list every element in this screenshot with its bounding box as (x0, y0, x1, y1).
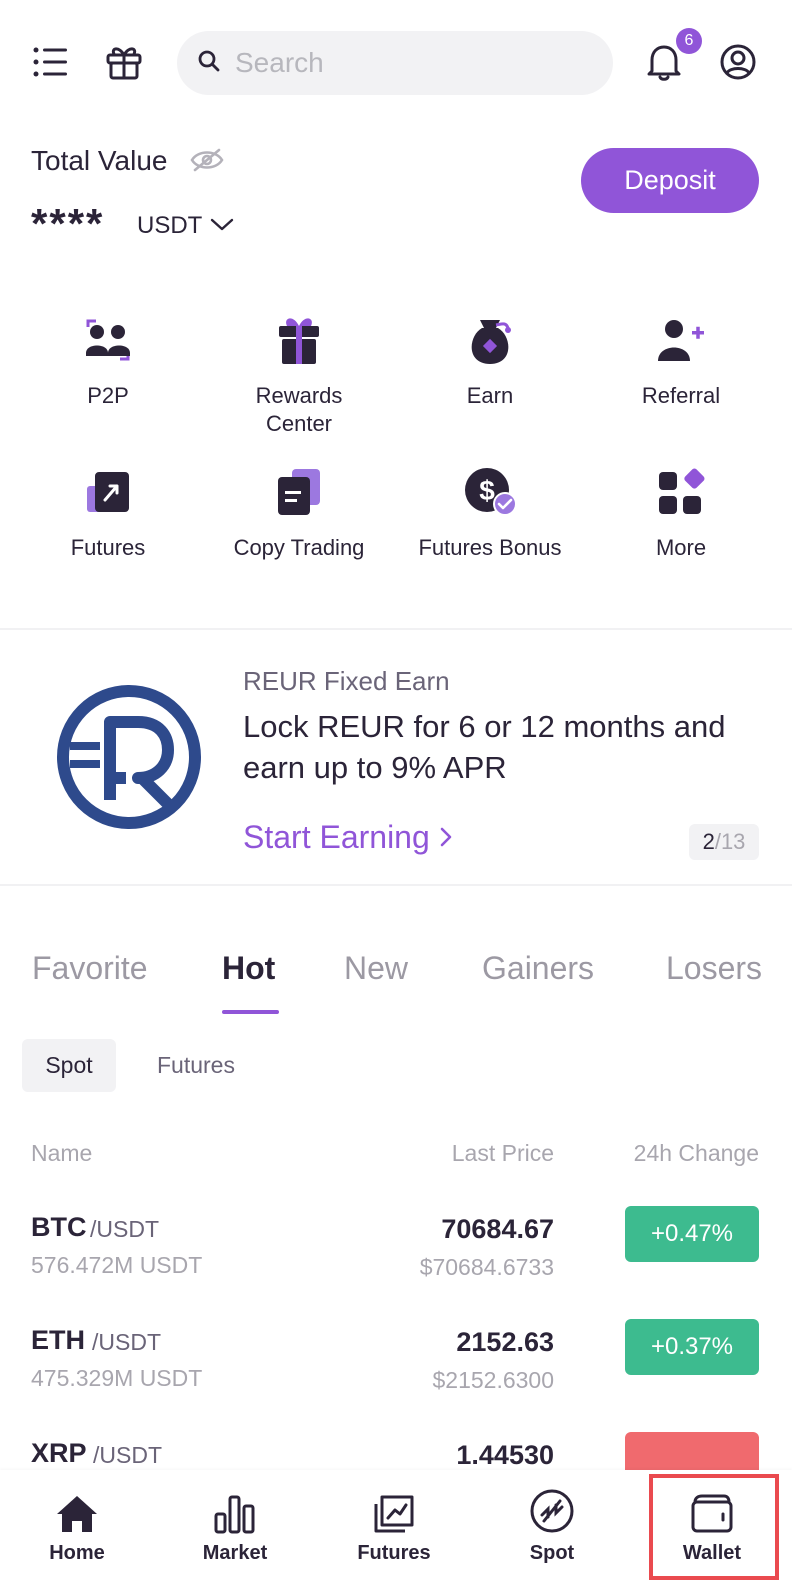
user-avatar-icon[interactable] (719, 43, 757, 81)
spot-icon (492, 1488, 612, 1534)
shortcut-earn[interactable]: Earn (395, 310, 585, 410)
nav-market[interactable]: Market (175, 1488, 295, 1565)
tab-hot[interactable]: Hot (222, 950, 275, 987)
tab-favorite[interactable]: Favorite (32, 950, 148, 987)
gift-icon[interactable] (104, 42, 144, 82)
column-header-last-price[interactable]: Last Price (452, 1140, 554, 1167)
nav-label: Futures (357, 1542, 431, 1564)
copy-trading-icon (204, 462, 394, 522)
nav-home[interactable]: Home (17, 1488, 137, 1565)
search-input[interactable] (235, 47, 595, 79)
change-badge: +0.47% (625, 1206, 759, 1262)
pair-base: BTC (31, 1212, 87, 1242)
nav-label: Home (49, 1542, 105, 1564)
pager-total: /13 (714, 829, 746, 854)
last-price: 1.44530 (456, 1440, 554, 1470)
shortcut-referral[interactable]: Referral (586, 310, 776, 410)
chevron-right-icon (439, 819, 453, 855)
dollar-coin-icon: $ (395, 462, 585, 522)
shortcut-copy-trading[interactable]: Copy Trading (204, 462, 394, 562)
grid-icon (586, 462, 776, 522)
shortcut-label: Rewards Center (255, 383, 343, 436)
table-row[interactable]: ETH /USDT 475.329M USDT 2152.63 $2152.63… (0, 1319, 792, 1435)
total-value-masked: **** (31, 200, 105, 247)
pair-quote: /USDT (92, 1329, 161, 1355)
shortcut-futures-bonus[interactable]: $ Futures Bonus (395, 462, 585, 562)
active-tab-indicator (222, 1010, 279, 1014)
section-divider (0, 884, 792, 886)
shortcut-label: Futures (70, 535, 146, 560)
shortcut-p2p[interactable]: P2P (13, 310, 203, 410)
usd-price: $70684.6733 (419, 1254, 554, 1280)
nav-label: Market (202, 1542, 268, 1564)
shortcut-more[interactable]: More (586, 462, 776, 562)
banner-pager: 2/13 (689, 824, 759, 860)
deposit-button[interactable]: Deposit (581, 148, 759, 213)
currency-selector[interactable]: USDT (137, 212, 202, 240)
nav-futures[interactable]: Futures (334, 1488, 454, 1565)
column-header-24h-change[interactable]: 24h Change (634, 1140, 759, 1167)
pair-volume: 475.329M USDT (31, 1365, 203, 1391)
section-divider (0, 628, 792, 630)
wallet-highlight-box (649, 1474, 779, 1580)
top-bar: 6 (0, 0, 792, 125)
start-earning-label: Start Earning (243, 819, 430, 855)
last-price: 70684.67 (441, 1214, 554, 1244)
shortcut-rewards-center[interactable]: Rewards Center (204, 310, 394, 438)
gift-icon (204, 310, 394, 370)
tab-gainers[interactable]: Gainers (482, 950, 594, 987)
chevron-down-icon[interactable] (210, 218, 234, 237)
subtab-spot[interactable]: Spot (22, 1039, 116, 1092)
futures-chart-icon (334, 1488, 454, 1534)
eye-hidden-icon[interactable] (190, 147, 224, 178)
change-badge: +0.37% (625, 1319, 759, 1375)
p2p-icon (13, 310, 203, 370)
money-bag-icon (395, 310, 585, 370)
tab-losers[interactable]: Losers (666, 950, 762, 987)
notification-badge: 6 (676, 28, 702, 54)
tab-new[interactable]: New (344, 950, 408, 987)
search-bar[interactable] (177, 31, 613, 95)
total-value-label: Total Value (31, 145, 168, 176)
nav-spot[interactable]: Spot (492, 1488, 612, 1565)
shortcut-label: More (655, 535, 707, 560)
pair-quote: /USDT (90, 1216, 159, 1242)
nav-label: Spot (529, 1542, 575, 1564)
shortcut-label: Futures Bonus (418, 535, 562, 560)
subtab-futures[interactable]: Futures (157, 1052, 235, 1079)
add-user-icon (586, 310, 776, 370)
shortcut-label: Copy Trading (233, 535, 365, 560)
last-price: 2152.63 (456, 1327, 554, 1357)
pair-quote: /USDT (93, 1442, 162, 1468)
home-icon (17, 1488, 137, 1534)
search-icon (197, 49, 221, 78)
pager-current: 2 (702, 829, 715, 854)
pair-volume: 576.472M USDT (31, 1252, 203, 1278)
banner-tag: REUR Fixed Earn (243, 666, 450, 696)
pair-base: ETH (31, 1325, 85, 1355)
column-header-name[interactable]: Name (31, 1140, 92, 1167)
shortcut-futures[interactable]: Futures (13, 462, 203, 562)
svg-text:$: $ (479, 475, 495, 506)
shortcut-label: P2P (87, 383, 129, 408)
table-row[interactable]: BTC /USDT 576.472M USDT 70684.67 $70684.… (0, 1206, 792, 1322)
start-earning-link[interactable]: Start Earning (243, 819, 453, 856)
menu-icon[interactable] (32, 44, 68, 80)
shortcut-label: Earn (466, 383, 514, 408)
pair-base: XRP (31, 1438, 87, 1468)
reur-logo[interactable] (56, 684, 202, 835)
banner-title: Lock REUR for 6 or 12 months and earn up… (243, 709, 726, 785)
futures-icon (13, 462, 203, 522)
bar-chart-icon (175, 1488, 295, 1534)
shortcut-label: Referral (641, 383, 721, 408)
usd-price: $2152.6300 (432, 1367, 554, 1393)
